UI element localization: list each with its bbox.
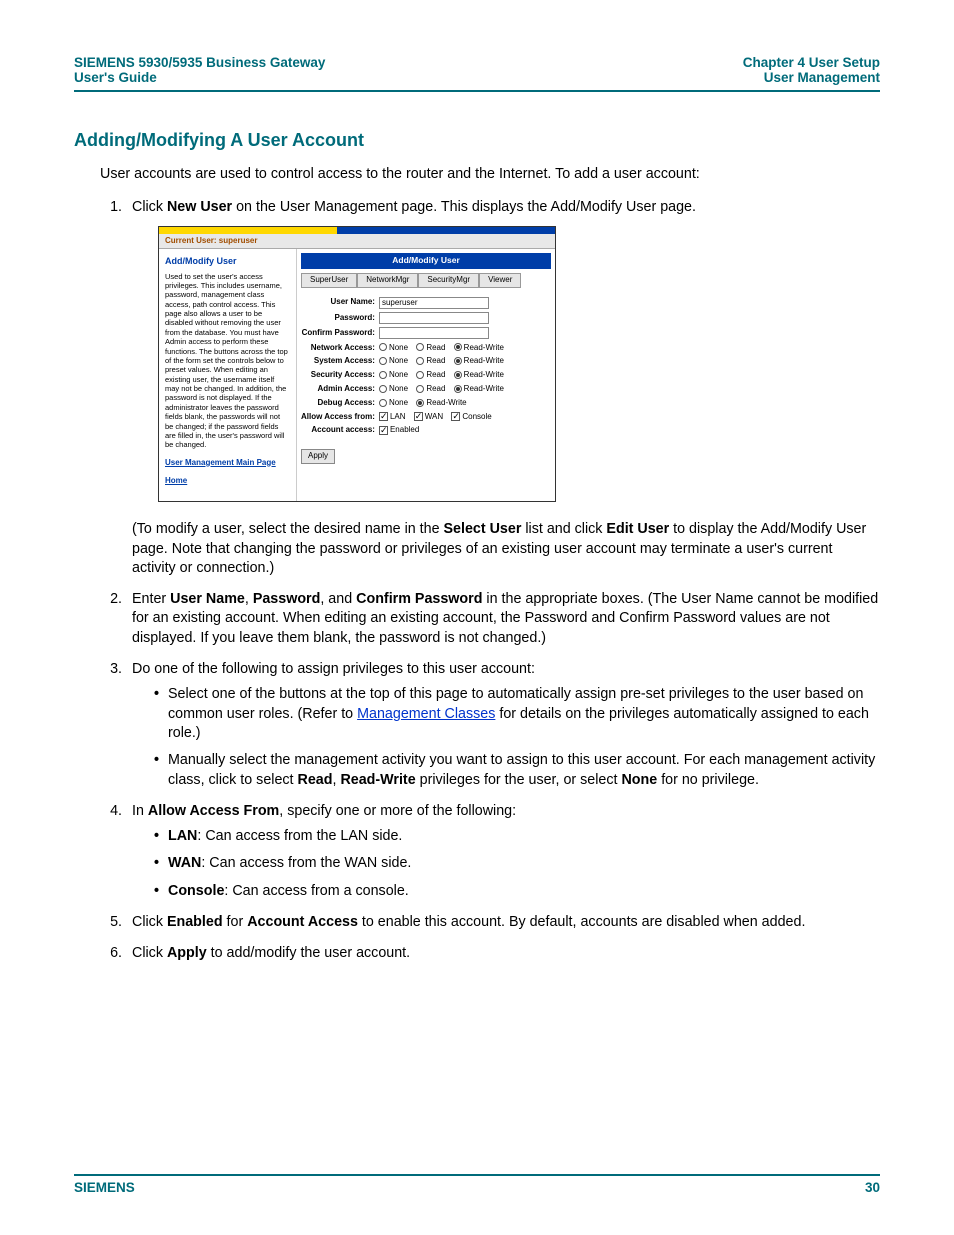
radio-admin-rw[interactable] (454, 385, 462, 393)
sidebar-title: Add/Modify User (165, 255, 290, 267)
step1-post: on the User Management page. This displa… (232, 199, 696, 215)
header-section: User Management (743, 70, 880, 85)
intro-paragraph: User accounts are used to control access… (100, 165, 880, 184)
radio-system-rw[interactable] (454, 357, 462, 365)
radio-debug-none[interactable] (379, 399, 387, 407)
radio-admin-read[interactable] (416, 385, 424, 393)
screenshot-sidebar: Add/Modify User Used to set the user's a… (159, 249, 297, 501)
radio-security-none[interactable] (379, 371, 387, 379)
radio-debug-rw[interactable] (416, 399, 424, 407)
radio-admin-none[interactable] (379, 385, 387, 393)
header-rule (74, 90, 880, 92)
step3-bullet2: Manually select the management activity … (154, 751, 880, 790)
radio-network-rw[interactable] (454, 343, 462, 351)
role-superuser[interactable]: SuperUser (301, 273, 357, 288)
role-networkmgr[interactable]: NetworkMgr (357, 273, 418, 288)
row-network-access: Network Access: None Read Read-Write (301, 343, 510, 354)
step3-bullet1: Select one of the buttons at the top of … (154, 685, 880, 743)
role-preset-bar: SuperUser NetworkMgr SecurityMgr Viewer (301, 273, 551, 288)
radio-network-read[interactable] (416, 343, 424, 351)
role-securitymgr[interactable]: SecurityMgr (418, 273, 479, 288)
screenshot-form-panel: Add/Modify User SuperUser NetworkMgr Sec… (297, 249, 555, 501)
step1-pre: Click (132, 199, 167, 215)
step-4: In Allow Access From, specify one or mor… (126, 802, 880, 901)
radio-network-none[interactable] (379, 343, 387, 351)
link-management-classes[interactable]: Management Classes (357, 706, 495, 722)
current-user-bar: Current User: superuser (159, 234, 555, 250)
header-product: SIEMENS 5930/5935 Business Gateway (74, 55, 325, 70)
password-label: Password: (301, 312, 379, 324)
radio-security-rw[interactable] (454, 371, 462, 379)
header-guide: User's Guide (74, 70, 325, 85)
stripe-decor (159, 227, 555, 234)
add-modify-user-screenshot: Current User: superuser Add/Modify User … (158, 226, 556, 503)
footer-rule (74, 1174, 880, 1176)
radio-system-read[interactable] (416, 357, 424, 365)
confirm-password-input[interactable] (379, 327, 489, 339)
step4-bullet-wan: WAN: Can access from the WAN side. (154, 854, 880, 873)
row-account-access: Account access: Enabled (301, 425, 510, 436)
panel-title: Add/Modify User (301, 253, 551, 268)
chk-wan[interactable] (414, 412, 423, 421)
page-footer: SIEMENS 30 (74, 1174, 880, 1195)
row-admin-access: Admin Access: None Read Read-Write (301, 384, 510, 395)
radio-system-none[interactable] (379, 357, 387, 365)
confirm-password-label: Confirm Password: (301, 327, 379, 339)
role-viewer[interactable]: Viewer (479, 273, 521, 288)
step-5: Click Enabled for Account Access to enab… (126, 913, 880, 932)
radio-security-read[interactable] (416, 371, 424, 379)
chk-enabled[interactable] (379, 426, 388, 435)
row-security-access: Security Access: None Read Read-Write (301, 370, 510, 381)
step-2: Enter User Name, Password, and Confirm P… (126, 590, 880, 648)
step-6: Click Apply to add/modify the user accou… (126, 944, 880, 963)
chk-lan[interactable] (379, 412, 388, 421)
step4-bullet-console: Console: Can access from a console. (154, 882, 880, 901)
sidebar-help-text: Used to set the user's access privileges… (165, 272, 290, 450)
header-chapter: Chapter 4 User Setup (743, 55, 880, 70)
chk-console[interactable] (451, 412, 460, 421)
section-heading: Adding/Modifying A User Account (74, 130, 880, 151)
step-1: Click New User on the User Management pa… (126, 198, 880, 578)
link-user-mgmt-main[interactable]: User Management Main Page (165, 458, 290, 469)
username-label: User Name: (301, 297, 379, 309)
username-input[interactable] (379, 297, 489, 309)
page: SIEMENS 5930/5935 Business Gateway User'… (0, 0, 954, 1235)
steps-list: Click New User on the User Management pa… (126, 198, 880, 963)
page-header: SIEMENS 5930/5935 Business Gateway User'… (74, 55, 880, 85)
row-debug-access: Debug Access: None Read-Write (301, 398, 510, 409)
footer-brand: SIEMENS (74, 1180, 135, 1195)
step4-bullet-lan: LAN: Can access from the LAN side. (154, 827, 880, 846)
step-3: Do one of the following to assign privil… (126, 660, 880, 790)
step1-bold: New User (167, 199, 232, 215)
password-input[interactable] (379, 312, 489, 324)
link-home[interactable]: Home (165, 476, 290, 487)
footer-page-number: 30 (865, 1180, 880, 1195)
apply-button[interactable]: Apply (301, 449, 335, 464)
row-allow-access: Allow Access from: LAN WAN Console (301, 412, 510, 423)
row-system-access: System Access: None Read Read-Write (301, 356, 510, 367)
